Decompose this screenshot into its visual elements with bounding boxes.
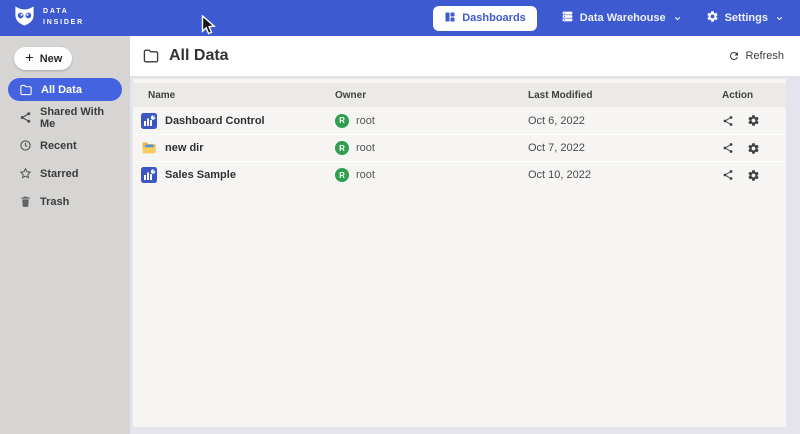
folder-icon	[142, 47, 160, 65]
last-modified-date: Oct 10, 2022	[528, 169, 722, 181]
sidebar-item-recent[interactable]: Recent	[8, 134, 122, 157]
database-icon	[561, 10, 574, 26]
last-modified-date: Oct 6, 2022	[528, 115, 722, 127]
data-warehouse-menu[interactable]: Data Warehouse	[561, 10, 682, 26]
owl-logo-icon	[13, 4, 36, 32]
logo-line2: INSIDER	[43, 18, 84, 29]
gear-icon	[706, 10, 719, 26]
chevron-down-icon	[673, 14, 682, 23]
clock-icon	[19, 139, 32, 152]
last-modified-date: Oct 7, 2022	[528, 142, 722, 154]
column-header-last-modified: Last Modified	[528, 90, 722, 101]
sidebar-item-label: All Data	[41, 84, 82, 96]
new-button-label: New	[40, 53, 63, 65]
app-logo: DATA INSIDER	[13, 4, 84, 32]
gear-icon[interactable]	[747, 114, 760, 127]
file-name[interactable]: new dir	[165, 142, 204, 154]
navbar-menu: Dashboards Data Warehouse	[433, 6, 784, 31]
gear-icon[interactable]	[747, 142, 760, 155]
share-icon[interactable]	[722, 115, 734, 127]
content-area: Name Owner Last Modified Action	[130, 77, 800, 434]
sidebar-item-starred[interactable]: Starred	[8, 162, 122, 185]
share-icon[interactable]	[722, 169, 734, 181]
owner-name: root	[356, 115, 375, 127]
column-header-name: Name	[133, 90, 335, 101]
chevron-down-icon	[775, 14, 784, 23]
new-button[interactable]: New	[14, 47, 72, 70]
settings-menu[interactable]: Settings	[706, 10, 784, 26]
owner-avatar: R	[335, 141, 349, 155]
plus-icon	[24, 52, 35, 66]
sidebar-item-shared-with-me[interactable]: Shared With Me	[8, 106, 122, 129]
file-table: Name Owner Last Modified Action	[133, 79, 786, 427]
dashboard-grid-icon	[444, 11, 456, 26]
share-icon[interactable]	[722, 142, 734, 154]
sidebar: New All Data Shared With Me	[0, 36, 130, 434]
table-row[interactable]: Dashboard Control R root Oct 6, 2022	[133, 107, 786, 134]
dashboard-file-icon	[141, 113, 157, 129]
sidebar-menu: All Data Shared With Me Recent	[0, 78, 130, 213]
folder-icon	[19, 83, 33, 97]
file-name[interactable]: Sales Sample	[165, 169, 236, 181]
gear-icon[interactable]	[747, 169, 760, 182]
settings-label: Settings	[725, 12, 768, 24]
dashboards-label: Dashboards	[462, 12, 526, 24]
column-header-owner: Owner	[335, 90, 528, 101]
logo-wordmark: DATA INSIDER	[43, 7, 84, 29]
sidebar-item-trash[interactable]: Trash	[8, 190, 122, 213]
table-row[interactable]: new dir R root Oct 7, 2022	[133, 134, 786, 161]
owner-name: root	[356, 142, 375, 154]
refresh-label: Refresh	[745, 50, 784, 62]
owner-name: root	[356, 169, 375, 181]
page-header: All Data Refresh	[130, 36, 800, 77]
file-name[interactable]: Dashboard Control	[165, 115, 265, 127]
data-warehouse-label: Data Warehouse	[580, 12, 666, 24]
column-header-action: Action	[722, 90, 786, 101]
refresh-icon	[728, 50, 740, 62]
data-insider-app: DATA INSIDER Dashboards	[0, 0, 800, 434]
dashboards-button[interactable]: Dashboards	[433, 6, 537, 31]
page-title: All Data	[169, 47, 229, 65]
logo-line1: DATA	[43, 7, 84, 18]
owner-avatar: R	[335, 114, 349, 128]
sidebar-item-label: Starred	[40, 168, 79, 180]
top-navbar: DATA INSIDER Dashboards	[0, 0, 800, 36]
sidebar-item-label: Recent	[40, 140, 77, 152]
sidebar-item-label: Trash	[40, 196, 69, 208]
dashboard-file-icon	[141, 167, 157, 183]
sidebar-item-all-data[interactable]: All Data	[8, 78, 122, 101]
folder-file-icon	[141, 140, 157, 156]
owner-avatar: R	[335, 168, 349, 182]
share-icon	[19, 111, 32, 124]
star-icon	[19, 167, 32, 180]
trash-icon	[19, 195, 32, 208]
table-header-row: Name Owner Last Modified Action	[133, 83, 786, 107]
refresh-button[interactable]: Refresh	[728, 50, 784, 62]
sidebar-item-label: Shared With Me	[40, 106, 122, 130]
table-row[interactable]: Sales Sample R root Oct 10, 2022	[133, 161, 786, 188]
